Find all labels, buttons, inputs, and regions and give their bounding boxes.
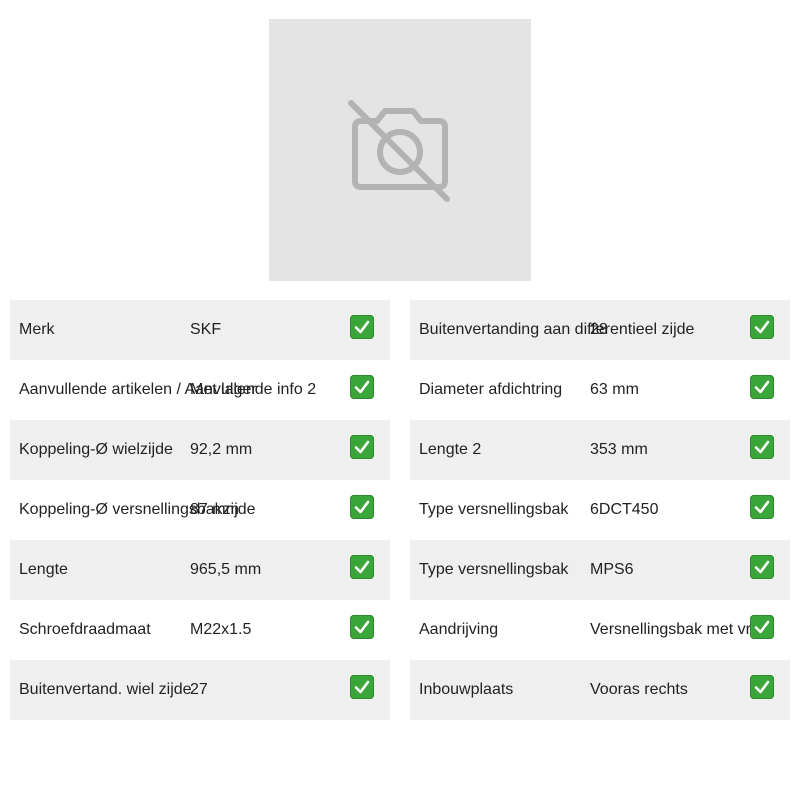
spec-label: Lengte 2 <box>419 441 482 458</box>
spec-value: Met lager <box>190 381 257 398</box>
spec-row: Buitenvertanding aan differentieel zijde… <box>410 300 790 360</box>
spec-label: Inbouwplaats <box>419 681 514 698</box>
check-icon <box>350 435 374 459</box>
spec-row: Type versnellingsbak MPS6 <box>410 540 790 600</box>
spec-label: Aandrijving <box>419 621 499 638</box>
spec-value: Versnellingsbak met vrbo <box>590 621 769 638</box>
check-icon <box>750 495 774 519</box>
spec-value: 87 mm <box>190 501 239 518</box>
check-icon <box>750 315 774 339</box>
spec-label: Buitenvertand. wiel zijde <box>19 681 192 698</box>
check-icon <box>350 375 374 399</box>
spec-label: Koppeling-Ø wielzijde <box>19 441 173 458</box>
spec-label: Merk <box>19 321 55 338</box>
spec-value: 63 mm <box>590 381 639 398</box>
spec-row: Schroefdraadmaat M22x1.5 <box>10 600 390 660</box>
check-icon <box>350 555 374 579</box>
spec-row: Koppeling-Ø versnellingsbakzijde 87 mm <box>10 480 390 540</box>
spec-row: Diameter afdichtring 63 mm <box>410 360 790 420</box>
spec-label: Type versnellingsbak <box>419 561 569 578</box>
spec-value: Vooras rechts <box>590 681 688 698</box>
spec-label: Diameter afdichtring <box>419 381 563 398</box>
spec-label: Buitenvertanding aan differentieel zijde <box>419 321 695 338</box>
check-icon <box>350 675 374 699</box>
spec-label: Aanvullende artikelen / Aanvullende info… <box>19 381 317 398</box>
specs-table-left: Merk SKF Aanvullende artikelen / Aanvull… <box>10 300 390 720</box>
spec-value: 353 mm <box>590 441 648 458</box>
spec-row: Buitenvertand. wiel zijde 27 <box>10 660 390 720</box>
spec-value: 965,5 mm <box>190 561 262 578</box>
check-icon <box>350 315 374 339</box>
spec-row: Merk SKF <box>10 300 390 360</box>
spec-value: MPS6 <box>590 561 634 578</box>
spec-row: Inbouwplaats Vooras rechts <box>410 660 790 720</box>
check-icon <box>350 615 374 639</box>
spec-value: M22x1.5 <box>190 621 252 638</box>
spec-value: 28 <box>590 321 608 338</box>
spec-value: 27 <box>190 681 208 698</box>
check-icon <box>750 375 774 399</box>
specs-table-right: Buitenvertanding aan differentieel zijde… <box>410 300 790 720</box>
spec-row: Aandrijving Versnellingsbak met vrbo <box>410 600 790 660</box>
check-icon <box>750 675 774 699</box>
no-photo-camera-icon <box>348 100 450 202</box>
spec-label: Schroefdraadmaat <box>19 621 151 638</box>
spec-label: Type versnellingsbak <box>419 501 569 518</box>
spec-row: Type versnellingsbak 6DCT450 <box>410 480 790 540</box>
check-icon <box>750 435 774 459</box>
check-icon <box>750 555 774 579</box>
product-image-placeholder <box>269 19 531 281</box>
check-icon <box>350 495 374 519</box>
spec-row: Aanvullende artikelen / Aanvullende info… <box>10 360 390 420</box>
spec-value: SKF <box>190 321 222 338</box>
check-icon <box>750 615 774 639</box>
spec-label: Lengte <box>19 561 68 578</box>
spec-value: 6DCT450 <box>590 501 659 518</box>
spec-row: Lengte 2 353 mm <box>410 420 790 480</box>
spec-value: 92,2 mm <box>190 441 253 458</box>
spec-row: Lengte 965,5 mm <box>10 540 390 600</box>
spec-row: Koppeling-Ø wielzijde 92,2 mm <box>10 420 390 480</box>
